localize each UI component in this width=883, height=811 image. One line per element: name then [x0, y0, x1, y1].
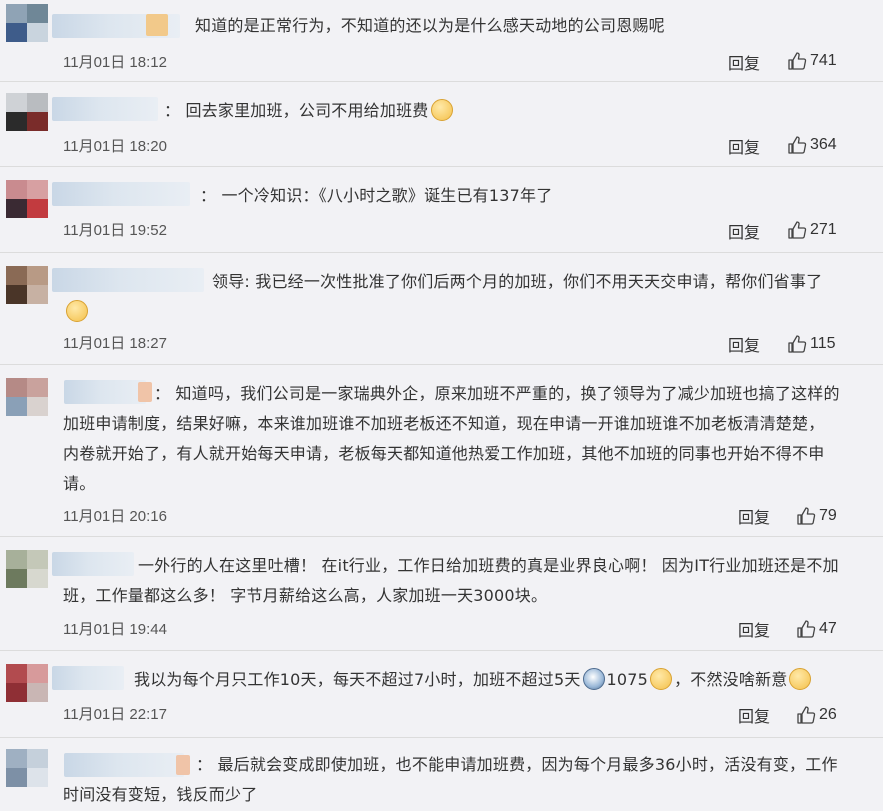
like-count: 79	[819, 507, 837, 524]
reply-button[interactable]: 回复	[738, 617, 770, 641]
like-count: 364	[810, 136, 837, 153]
like-count: 47	[819, 620, 837, 637]
comment-time: 11月01日 19:44	[63, 621, 167, 638]
comment-time: 11月01日 18:20	[63, 138, 167, 155]
avatar[interactable]	[6, 4, 48, 42]
comment-item: ： 一个冷知识：《八小时之歌》诞生已有137年了 11月01日 19:52 回复…	[0, 166, 883, 253]
like-count: 741	[810, 52, 837, 69]
surprised-emoji-icon	[582, 668, 605, 690]
username-masked[interactable]	[64, 380, 152, 404]
like-button[interactable]: 47	[796, 619, 837, 639]
doge-emoji-icon	[66, 300, 88, 322]
like-button[interactable]: 271	[787, 220, 837, 240]
reply-button[interactable]: 回复	[728, 332, 760, 356]
like-button[interactable]: 741	[787, 51, 837, 71]
thumbs-up-icon	[788, 136, 807, 154]
username-masked[interactable]	[52, 666, 124, 690]
like-button[interactable]: 79	[796, 506, 837, 526]
user-badge-icon	[146, 14, 168, 36]
reply-button[interactable]: 回复	[728, 219, 760, 243]
comment-text: ： 回去家里加班，公司不用给加班费	[164, 95, 455, 127]
comment-text: 领导: 我已经一次性批准了你们后两个月的加班，你们不用天天交申请，帮你们省事了	[212, 272, 823, 291]
username-masked[interactable]	[52, 552, 134, 576]
like-button[interactable]: 115	[787, 334, 836, 354]
like-count: 115	[810, 335, 836, 352]
thumbs-up-icon	[797, 620, 816, 638]
thumbs-up-icon	[788, 335, 807, 353]
thumbs-up-icon	[788, 221, 807, 239]
comment-item: 知道的是正常行为，不知道的还以为是什么感天动地的公司恩赐呢 11月01日 18:…	[0, 0, 883, 82]
reply-button[interactable]: 回复	[738, 703, 770, 727]
laughing-emoji-icon	[650, 668, 673, 690]
like-count: 271	[810, 221, 837, 238]
reply-button[interactable]: 回复	[728, 134, 760, 158]
comment-time: 11月01日 18:12	[63, 54, 167, 71]
comment-item: 一外行的人在这里吐槽！ 在it行业，工作日给加班费的真是业界良心啊！ 因为IT行…	[0, 536, 883, 651]
comment-item: 我以为每个月只工作10天，每天不超过7小时，加班不超过5天 1075 ，不然没啥新意…	[0, 650, 883, 738]
username-masked[interactable]	[52, 97, 158, 121]
like-button[interactable]: 364	[787, 135, 837, 155]
comment-time: 11月01日 22:17	[63, 706, 167, 723]
comment-item: ： 回去家里加班，公司不用给加班费 11月01日 18:20 回复 364	[0, 81, 883, 167]
username-masked[interactable]	[64, 753, 190, 777]
username-masked[interactable]	[52, 182, 190, 206]
avatar[interactable]	[6, 749, 48, 787]
comment-text-line: ： 知道吗，我们公司是一家瑞典外企，原来加班不严重的，换了领导为了减少加班也搞了…	[154, 384, 840, 403]
comment-text: 知道的是正常行为，不知道的还以为是什么感天动地的公司恩赐呢	[195, 16, 665, 35]
comment-text-line: 请。	[63, 474, 96, 493]
comment-time: 11月01日 18:27	[63, 335, 167, 352]
comment-text-line: 时间没有变短，钱反而少了	[63, 785, 258, 804]
comment-text-line: 班，工作量都这么多！ 字节月薪给这么高，人家加班一天3000块。	[63, 586, 548, 605]
comment-text-line: 一外行的人在这里吐槽！ 在it行业，工作日给加班费的真是业界良心啊！ 因为IT行…	[138, 556, 839, 575]
avatar[interactable]	[6, 180, 48, 218]
comment-text: ： 一个冷知识：《八小时之歌》诞生已有137年了	[200, 186, 553, 205]
comment-item: ： 知道吗，我们公司是一家瑞典外企，原来加班不严重的，换了领导为了减少加班也搞了…	[0, 364, 883, 537]
avatar[interactable]	[6, 93, 48, 131]
reply-button[interactable]: 回复	[728, 50, 760, 74]
comment-text-line: 加班申请制度，结果好嘛，本来谁加班谁不加班老板还不知道，现在申请一开谁加班谁不加…	[63, 414, 825, 433]
avatar[interactable]	[6, 664, 48, 702]
like-button[interactable]: 26	[796, 705, 837, 725]
comment-text-line: ： 最后就会变成即使加班，也不能申请加班费，因为每个月最多36小时，活没有变，工…	[196, 755, 838, 774]
reply-button[interactable]: 回复	[738, 504, 770, 528]
thumbs-up-icon	[797, 706, 816, 724]
avatar[interactable]	[6, 266, 48, 304]
comment-item: ： 最后就会变成即使加班，也不能申请加班费，因为每个月最多36小时，活没有变，工…	[0, 737, 883, 810]
like-count: 26	[819, 706, 837, 723]
comment-text: 我以为每个月只工作10天，每天不超过7小时，加班不超过5天 1075 ，不然没啥新意	[134, 664, 813, 696]
thumbs-up-icon	[788, 52, 807, 70]
comment-time: 11月01日 20:16	[63, 508, 167, 525]
avatar[interactable]	[6, 550, 48, 588]
comment-text-line: 内卷就开始了，有人就开始每天申请，老板每天都知道他热爱工作加班，其他不加班的同事…	[63, 444, 825, 463]
comment-item: 领导: 我已经一次性批准了你们后两个月的加班，你们不用天天交申请，帮你们省事了 …	[0, 252, 883, 365]
username-masked[interactable]	[52, 268, 204, 292]
thinking-emoji-icon	[789, 668, 812, 690]
avatar[interactable]	[6, 378, 48, 416]
thumbs-up-icon	[797, 507, 816, 525]
comment-time: 11月01日 19:52	[63, 222, 167, 239]
doge-emoji-icon	[430, 99, 453, 121]
